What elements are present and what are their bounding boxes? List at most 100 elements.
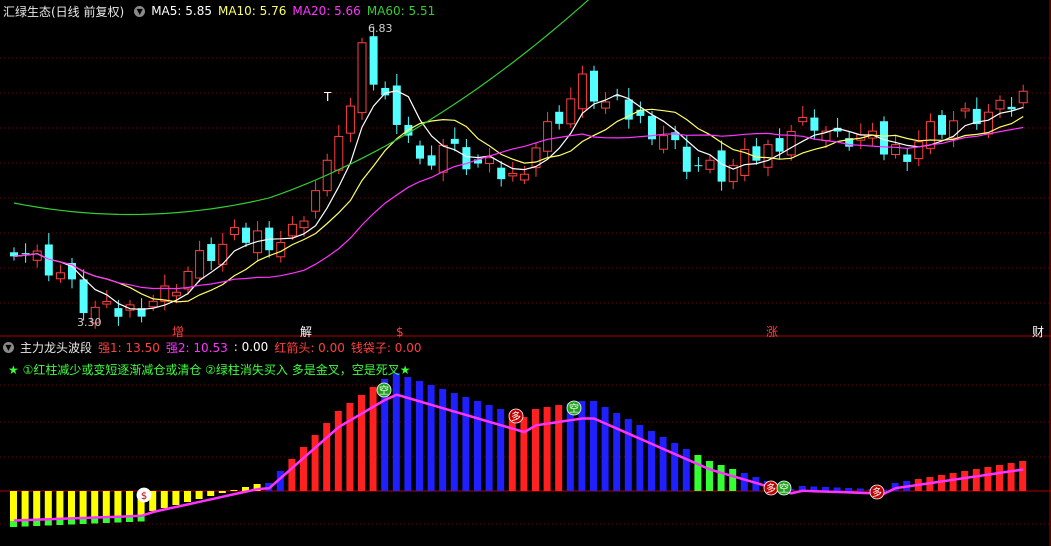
indicator-bar <box>369 387 377 491</box>
candle-body-down <box>590 70 598 102</box>
indicator-bar <box>972 469 980 491</box>
dropdown-chevron-icon[interactable]: ▼ <box>3 341 14 353</box>
indicator-bar <box>195 491 203 499</box>
indicator-bar <box>1019 461 1027 491</box>
indicator-bar <box>126 491 133 516</box>
indicator-bar <box>717 465 725 491</box>
indicator-bar <box>532 409 539 491</box>
candle-body-down <box>427 155 436 166</box>
money-bag-value: 钱袋子: 0.00 <box>350 340 422 355</box>
indicator-bar <box>601 407 609 491</box>
indicator-bar <box>311 435 319 491</box>
candle-body-up <box>543 121 553 152</box>
indicator-panel-header: ▼ 主力龙头波段 强1: 13.50 强2: 10.53 : 0.00 红箭头:… <box>0 338 427 356</box>
event-marker-jie[interactable]: 解 <box>300 325 312 339</box>
indicator-bar <box>114 491 122 517</box>
indicator-bar <box>520 417 528 491</box>
candle-body-up <box>891 144 901 156</box>
indicator-bar <box>508 413 516 491</box>
indicator-bar <box>462 397 470 491</box>
indicator-bar <box>996 465 1003 491</box>
event-marker-zeng[interactable]: 增 <box>172 325 184 339</box>
indicator-bar <box>230 490 238 491</box>
candle-body-down <box>880 121 888 155</box>
indicator-bar <box>56 491 64 519</box>
indicator-bar <box>102 491 110 517</box>
duo-signal-icon: 多 <box>869 484 885 500</box>
candle-body-down <box>416 145 424 159</box>
indicator-bar <box>21 491 29 521</box>
event-marker-zhang[interactable]: 涨 <box>766 324 778 339</box>
indicator-bar <box>566 403 574 491</box>
candle-body-up <box>1018 90 1028 104</box>
indicator-bar <box>218 491 226 493</box>
candle-body-down <box>242 227 250 243</box>
indicator-bar <box>613 413 621 491</box>
candle-body-down <box>79 279 88 314</box>
indicator-bar <box>856 488 864 491</box>
candle-body-up <box>334 135 344 171</box>
indicator-bar <box>578 401 586 491</box>
candle-body-down <box>207 244 216 262</box>
duo-signal-icon: 多 <box>763 480 779 496</box>
candle-body-down <box>810 117 819 131</box>
indicator-bar <box>392 373 400 491</box>
candle-body-up <box>508 172 518 177</box>
candle-body-up <box>55 272 65 280</box>
strong2-value: 强2: 10.53 <box>165 340 228 355</box>
candle-body-down <box>555 111 564 124</box>
candle-body-down <box>21 253 30 255</box>
indicator-bar <box>485 405 493 491</box>
candle-body-up <box>577 73 587 110</box>
ma20-line <box>13 126 1024 290</box>
indicator-bar <box>184 491 191 502</box>
candle-body-down <box>717 150 726 182</box>
svg-text:空: 空 <box>569 402 579 415</box>
indicator-bar <box>404 377 412 491</box>
low-price-label: 3.30 <box>77 316 102 329</box>
indicator-bar <box>671 443 679 491</box>
indicator-bar <box>1007 463 1015 491</box>
red-arrow-value: 红箭头: 0.00 <box>274 340 345 355</box>
indicator-bar <box>659 437 667 491</box>
indicator-bar <box>729 469 737 491</box>
chart-canvas[interactable]: 6.83 3.30 T 增 解 $ 涨 财 $空多空多空多 <box>0 0 1051 546</box>
indicator-bar <box>207 491 215 496</box>
candle-body-up <box>763 144 773 168</box>
candle-body-up <box>183 270 193 290</box>
candle-body-up <box>995 99 1005 110</box>
event-marker-cai[interactable]: 财 <box>1032 325 1044 339</box>
svg-text:多: 多 <box>511 410 521 423</box>
indicator-bar <box>682 449 690 491</box>
indicator-bar <box>648 431 655 491</box>
candle-body-down <box>694 165 703 167</box>
candle-body-up <box>438 144 448 173</box>
indicator-bar <box>984 467 992 491</box>
candle-body-up <box>311 190 321 212</box>
indicator-bar <box>543 407 551 491</box>
candle-body-down <box>381 87 390 96</box>
candle-body-down <box>752 146 761 161</box>
candle-body-up <box>102 301 112 305</box>
indicator-bar <box>79 491 87 518</box>
indicator-note: ★ ①红柱减少或变短逐渐减仓或清仓 ②绿柱消失买入 多是金叉，空是死叉★ <box>8 363 411 377</box>
indicator-bar <box>624 419 632 491</box>
candle-body-down <box>462 147 471 170</box>
indicator-bar <box>91 491 99 518</box>
candle-body-down <box>450 138 459 144</box>
indicator-title[interactable]: 主力龙头波段 <box>20 339 92 356</box>
event-marker-dollar[interactable]: $ <box>396 325 404 339</box>
candle-body-down <box>369 36 378 85</box>
svg-text:空: 空 <box>779 482 789 495</box>
candle-body-up <box>287 223 297 237</box>
indicator-bar <box>497 409 505 491</box>
candle-body-up <box>601 101 611 109</box>
indicator-bar <box>160 491 168 508</box>
svg-text:空: 空 <box>379 384 389 397</box>
duo-signal-icon: 多 <box>508 408 524 424</box>
svg-text:多: 多 <box>872 486 882 499</box>
candle-body-down <box>682 146 691 172</box>
high-price-label: 6.83 <box>368 22 393 35</box>
candle-body-up <box>705 159 715 170</box>
candle-body-up <box>299 220 309 229</box>
